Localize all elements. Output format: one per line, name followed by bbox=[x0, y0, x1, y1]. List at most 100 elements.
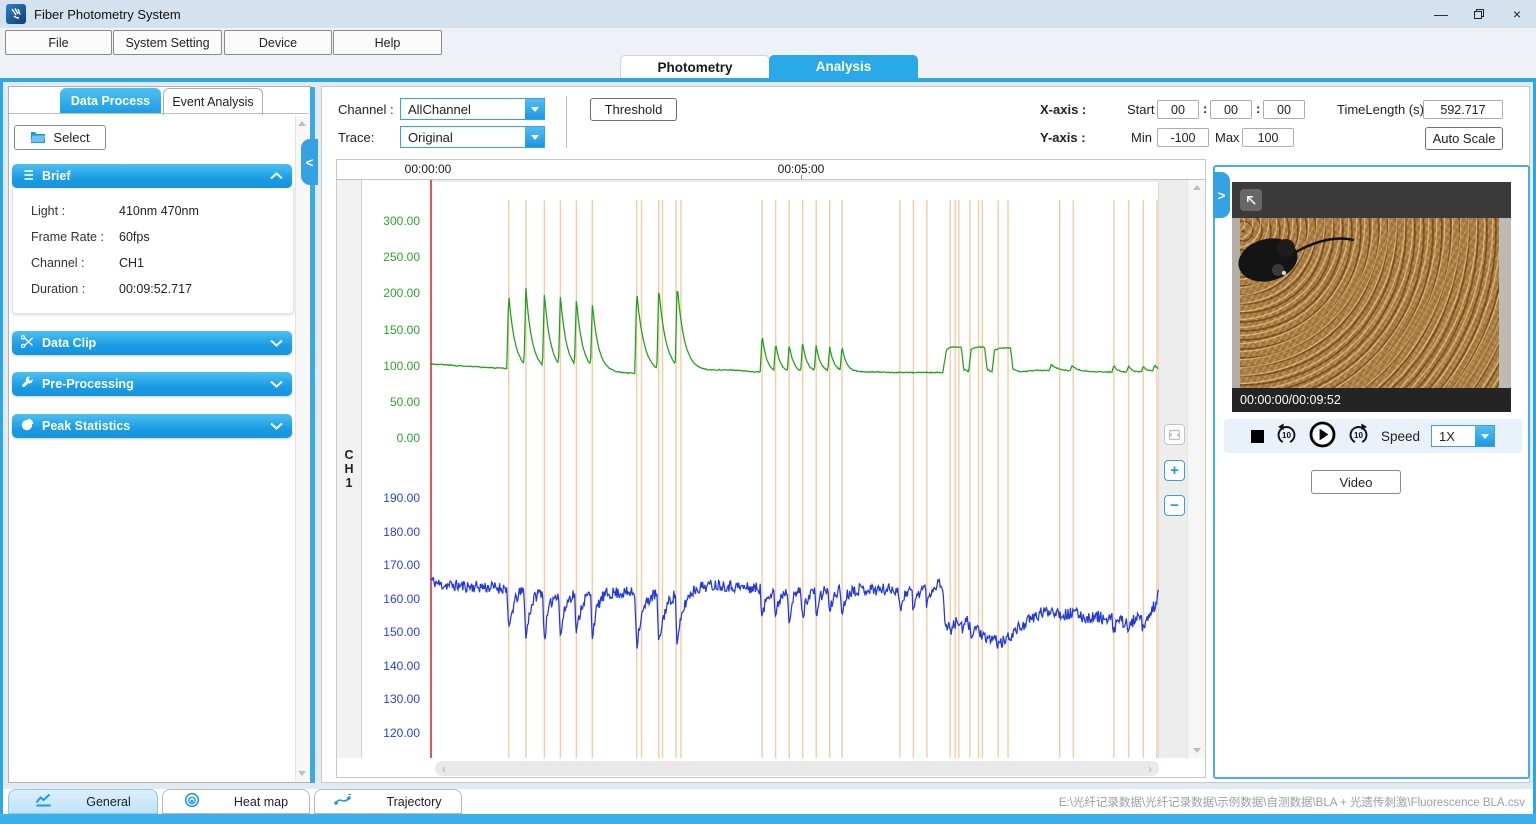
menu-help[interactable]: Help bbox=[333, 30, 442, 55]
channel-label: Channel : bbox=[338, 102, 394, 117]
brief-row-frame-rate: Frame Rate : 60fps bbox=[31, 230, 150, 244]
sidebar-tab-event-analysis[interactable]: Event Analysis bbox=[163, 88, 263, 115]
menu-device[interactable]: Device bbox=[224, 30, 332, 55]
time-separator: : bbox=[1256, 101, 1260, 116]
chevron-down-icon[interactable] bbox=[270, 377, 283, 391]
video-time-bar: 00:00:00/00:09:52 bbox=[1232, 388, 1511, 412]
speed-select[interactable]: 1X bbox=[1431, 425, 1495, 447]
chevron-down-icon[interactable] bbox=[525, 127, 544, 147]
channel-select[interactable]: AllChannel bbox=[400, 98, 545, 120]
close-button[interactable]: × bbox=[1498, 0, 1536, 28]
timelength-input[interactable] bbox=[1423, 100, 1503, 119]
pre-processing-section-header[interactable]: Pre-Processing bbox=[12, 372, 292, 396]
start-minutes-input[interactable] bbox=[1210, 100, 1252, 119]
bottom-tab-heat-map[interactable]: Heat map bbox=[162, 789, 310, 814]
video-viewport[interactable]: 00:00:00/00:09:52 bbox=[1232, 182, 1511, 412]
bottom-tab-general[interactable]: General bbox=[8, 789, 158, 814]
brief-value: 60fps bbox=[119, 230, 150, 244]
start-label: Start bbox=[1127, 102, 1154, 117]
bottom-tab-trajectory[interactable]: Trajectory bbox=[314, 789, 462, 814]
x-tick-mark bbox=[801, 175, 802, 179]
chevron-down-icon[interactable] bbox=[1475, 426, 1494, 446]
photometry-plot[interactable] bbox=[430, 180, 1159, 758]
y-tick-label: 120.00 bbox=[362, 726, 420, 740]
zoom-out-button[interactable]: − bbox=[1164, 495, 1185, 516]
mouse-figure bbox=[1234, 220, 1364, 300]
scissors-icon bbox=[21, 335, 34, 351]
chevron-down-icon[interactable] bbox=[270, 336, 283, 350]
chevron-up-icon[interactable] bbox=[270, 169, 283, 183]
time-axis: 00:00:00 00:05:00 bbox=[337, 160, 1205, 180]
window-edge-left bbox=[0, 82, 3, 814]
window-edge-bottom bbox=[0, 814, 1536, 824]
scroll-left-icon[interactable]: ‹ bbox=[442, 762, 446, 776]
scroll-right-icon[interactable]: › bbox=[1148, 762, 1152, 776]
y-tick-label: 0.00 bbox=[362, 431, 420, 445]
trace-select[interactable]: Original bbox=[400, 126, 545, 148]
y-min-input[interactable] bbox=[1157, 128, 1209, 147]
scroll-down-icon[interactable] bbox=[1193, 748, 1201, 753]
speed-label: Speed bbox=[1381, 429, 1420, 444]
sidebar-divider bbox=[310, 87, 315, 783]
chevron-down-icon[interactable] bbox=[525, 99, 544, 119]
start-seconds-input[interactable] bbox=[1263, 100, 1305, 119]
brief-value: CH1 bbox=[119, 256, 144, 270]
sidebar-collapse-handle[interactable]: < bbox=[301, 139, 318, 185]
horizontal-scrollbar[interactable]: ‹ › bbox=[435, 761, 1159, 776]
app-window: Fiber Photometry System — × File System … bbox=[0, 0, 1536, 824]
y-tick-label: 100.00 bbox=[362, 359, 420, 373]
play-button[interactable] bbox=[1309, 421, 1336, 451]
max-label: Max bbox=[1215, 130, 1240, 145]
scroll-up-icon[interactable] bbox=[1193, 185, 1201, 190]
chevron-down-icon[interactable] bbox=[270, 419, 283, 433]
svg-text:10: 10 bbox=[1354, 431, 1364, 440]
loaded-file-path: E:\光纤记录数据\光纤记录数据\示例数据\自测数据\BLA + 光遗传刺激\F… bbox=[1059, 794, 1525, 810]
video-panel-expand-handle[interactable]: > bbox=[1213, 172, 1230, 218]
forward-10-button[interactable]: 10 bbox=[1347, 423, 1370, 449]
vertical-scrollbar[interactable] bbox=[1187, 180, 1205, 758]
threshold-button[interactable]: Threshold bbox=[590, 98, 677, 121]
video-controls: 10 10 Speed 1X bbox=[1224, 419, 1522, 453]
video-button[interactable]: Video bbox=[1311, 470, 1401, 494]
channel-select-value: AllChannel bbox=[408, 102, 471, 117]
select-file-button[interactable]: Select bbox=[14, 125, 106, 150]
brief-label: Channel : bbox=[31, 256, 119, 270]
y-tick-label: 150.00 bbox=[362, 323, 420, 337]
sidebar-scrollbar[interactable] bbox=[295, 116, 308, 781]
tab-analysis[interactable]: Analysis bbox=[769, 55, 918, 78]
peak-statistics-section-header[interactable]: Peak Statistics bbox=[12, 414, 292, 438]
video-panel: 00:00:00/00:09:52 10 10 Sp bbox=[1213, 165, 1530, 779]
timelength-label: TimeLength (s) bbox=[1337, 102, 1424, 117]
brief-row-duration: Duration : 00:09:52.717 bbox=[31, 282, 192, 296]
y-tick-label: 190.00 bbox=[362, 491, 420, 505]
fit-view-button[interactable] bbox=[1164, 424, 1185, 445]
rewind-10-button[interactable]: 10 bbox=[1275, 423, 1298, 449]
auto-scale-button[interactable]: Auto Scale bbox=[1425, 127, 1503, 150]
pie-chart-icon bbox=[21, 418, 34, 434]
stop-button[interactable] bbox=[1251, 430, 1264, 443]
y-axis-ticks: 300.00250.00200.00150.00100.0050.000.001… bbox=[362, 180, 424, 758]
select-file-label: Select bbox=[53, 130, 89, 145]
x-tick-label: 00:05:00 bbox=[761, 162, 841, 176]
bottom-tab-label: General bbox=[86, 795, 130, 809]
minimize-button[interactable]: — bbox=[1422, 0, 1460, 28]
zoom-in-button[interactable]: + bbox=[1164, 460, 1185, 481]
maximize-button[interactable] bbox=[1460, 0, 1498, 28]
scroll-up-icon[interactable] bbox=[298, 121, 306, 126]
brief-section-title: Brief bbox=[42, 169, 70, 183]
tab-photometry[interactable]: Photometry bbox=[620, 55, 770, 79]
start-hours-input[interactable] bbox=[1157, 100, 1199, 119]
data-clip-title: Data Clip bbox=[42, 336, 96, 350]
y-tick-label: 200.00 bbox=[362, 286, 420, 300]
menu-file[interactable]: File bbox=[5, 30, 112, 55]
brief-section-header[interactable]: Brief bbox=[12, 164, 292, 188]
menu-system-setting[interactable]: System Setting bbox=[113, 30, 222, 55]
expand-video-icon[interactable] bbox=[1240, 189, 1262, 211]
sidebar-tab-data-process[interactable]: Data Process bbox=[60, 88, 161, 114]
scroll-down-icon[interactable] bbox=[298, 771, 306, 776]
brief-label: Duration : bbox=[31, 282, 119, 296]
y-max-input[interactable] bbox=[1242, 128, 1294, 147]
chart-frame: 00:00:00 00:05:00 CH1 300.00250.00200.00… bbox=[336, 159, 1206, 778]
data-clip-section-header[interactable]: Data Clip bbox=[12, 331, 292, 355]
heatmap-icon bbox=[184, 792, 200, 811]
